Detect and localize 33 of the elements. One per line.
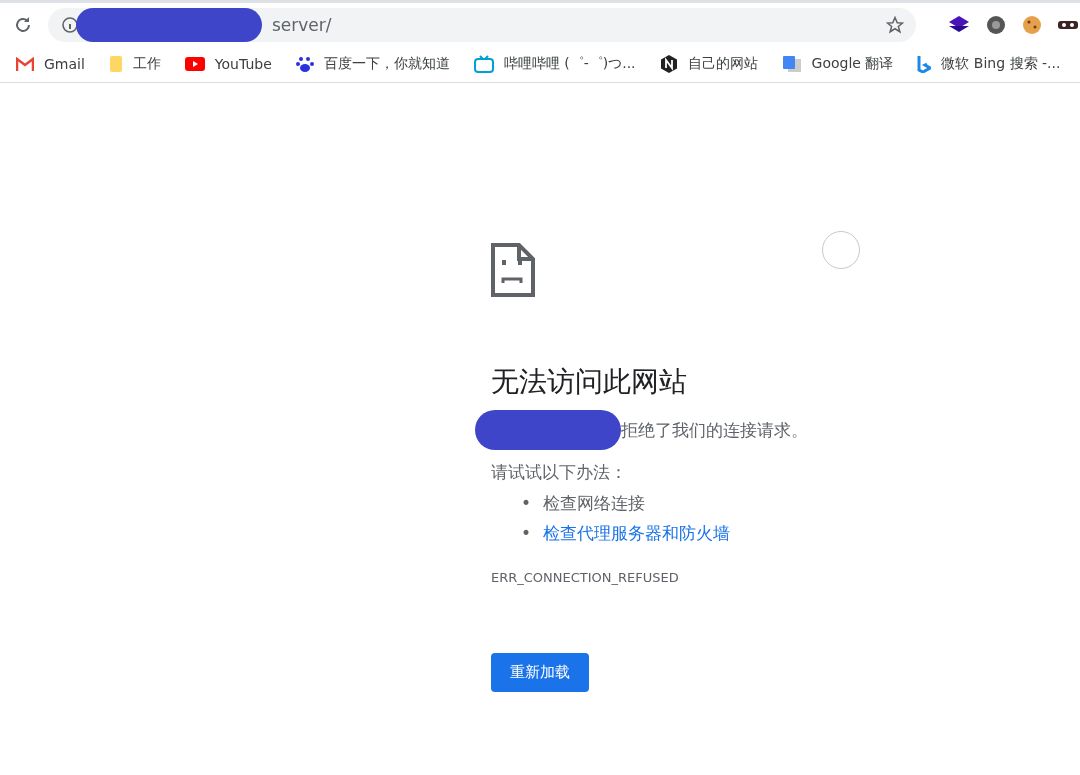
info-icon[interactable] [62, 16, 78, 33]
bookmark[interactable]: Gmail [16, 56, 85, 72]
reload-icon[interactable] [14, 15, 32, 34]
bookmark[interactable]: 微软 Bing 搜索 -... [917, 55, 1061, 73]
bullet: • [521, 522, 532, 545]
translate-icon [781, 55, 802, 73]
mail-icon [16, 57, 34, 71]
hexagon-icon [659, 55, 678, 73]
error-message: 拒绝了我们的连接请求。 [621, 418, 808, 442]
suggestion-text: 检查网络连接 [543, 492, 646, 515]
url-text: server/ [272, 14, 332, 35]
bookmark[interactable]: YouTube [184, 56, 272, 72]
paw-icon [295, 55, 314, 73]
bookmark[interactable]: 自己的网站 [659, 55, 758, 73]
bookmark[interactable]: 百度一下，你就知道 [295, 55, 450, 73]
suggestion-link[interactable]: 检查代理服务器和防火墙 [543, 518, 731, 548]
sad-page-icon [491, 243, 535, 297]
bookmark[interactable]: 哔哩哔哩 (゜-゜)つ... [473, 55, 636, 73]
error-title: 无法访问此网站 [491, 364, 688, 400]
star-icon[interactable] [886, 15, 904, 34]
error-code: ERR_CONNECTION_REFUSED [491, 570, 680, 585]
address-bar[interactable]: server/ [48, 7, 916, 42]
reload-button[interactable]: 重新加载 [491, 653, 589, 692]
cookie-icon[interactable] [1022, 14, 1042, 35]
play-icon [184, 57, 205, 71]
b-icon [917, 55, 932, 73]
bullet: • [521, 492, 532, 515]
tv-icon [473, 55, 494, 73]
bookmark[interactable]: Google 翻译 [781, 55, 894, 73]
folder-icon [108, 55, 123, 73]
bookmark[interactable]: 工作 [108, 55, 161, 73]
layers-icon[interactable] [948, 14, 970, 35]
suggestion-intro: 请试试以下办法： [491, 461, 628, 484]
